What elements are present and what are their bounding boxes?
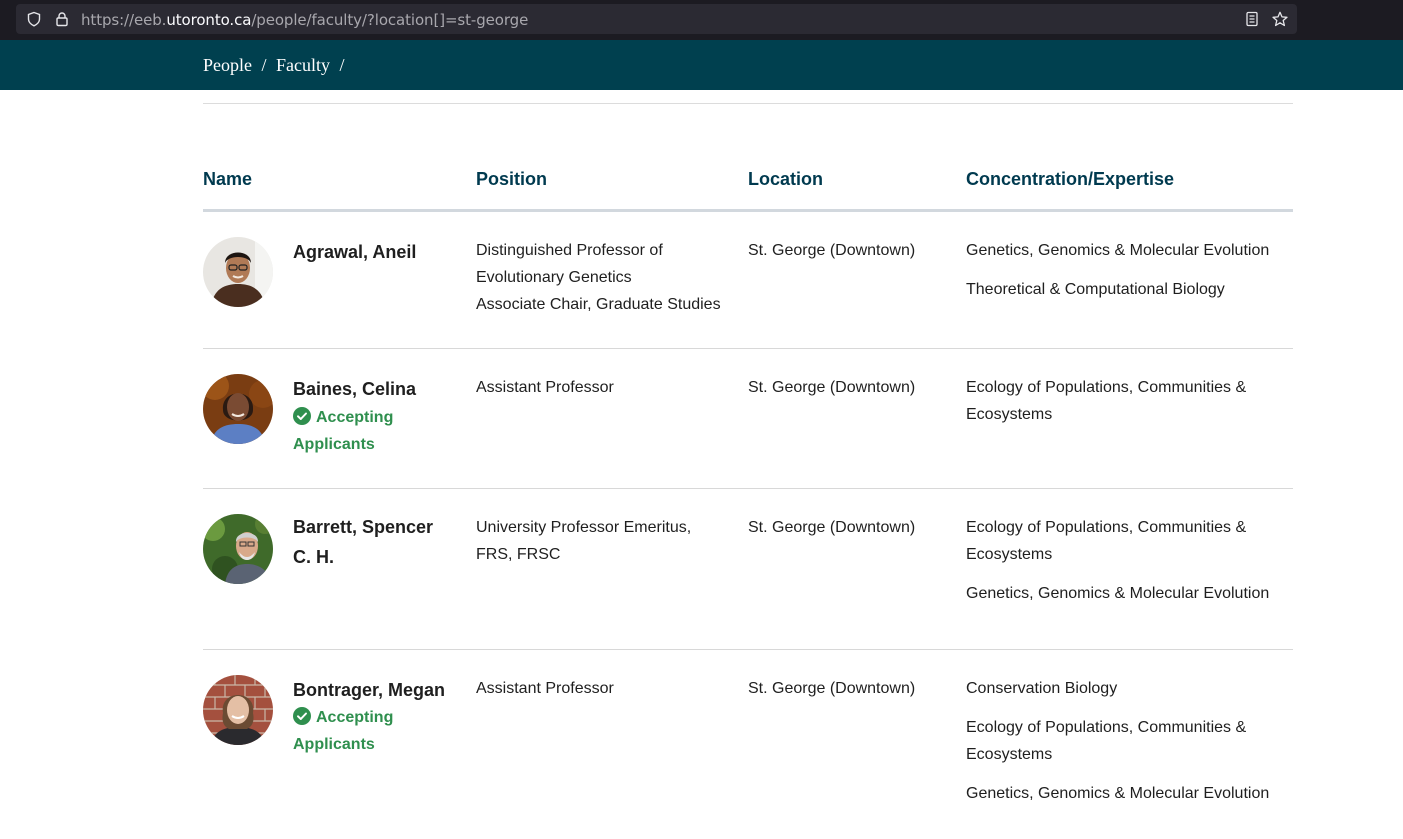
shield-icon[interactable] (26, 11, 42, 27)
position-cell: Assistant Professor (476, 379, 614, 396)
breadcrumb: People / Faculty / (203, 55, 350, 76)
table-row: Barrett, Spencer C. H. University Profes… (203, 489, 1293, 650)
browser-toolbar: https://eeb.utoronto.ca/people/faculty/?… (0, 0, 1403, 40)
check-circle-icon (293, 407, 311, 425)
divider (203, 103, 1293, 104)
header-name[interactable]: Name (203, 169, 252, 190)
table-row: Agrawal, Aneil Distinguished Professor o… (203, 212, 1293, 349)
concentration-cell: Genetics, Genomics & Molecular Evolution… (966, 242, 1270, 298)
table-row: Baines, Celina Accepting Applicants Assi… (203, 349, 1293, 489)
position-cell: Assistant Professor (476, 680, 614, 697)
avatar[interactable] (203, 374, 273, 444)
breadcrumb-faculty[interactable]: Faculty (276, 55, 330, 75)
faculty-name[interactable]: Baines, Celina (293, 374, 453, 404)
header-location[interactable]: Location (748, 169, 823, 190)
location-cell: St. George (Downtown) (748, 680, 916, 697)
address-bar[interactable]: https://eeb.utoronto.ca/people/faculty/?… (16, 4, 1297, 34)
check-circle-icon (293, 707, 311, 725)
concentration-cell: Ecology of Populations, Communities & Ec… (966, 379, 1247, 423)
concentration-cell: Ecology of Populations, Communities & Ec… (966, 519, 1270, 602)
avatar[interactable] (203, 237, 273, 307)
avatar[interactable] (203, 675, 273, 745)
bookmark-star-icon[interactable] (1272, 11, 1288, 27)
breadcrumb-separator: / (261, 55, 267, 75)
accepting-applicants-badge: Accepting Applicants (293, 707, 394, 753)
table-row: Bontrager, Megan Accepting Applicants As… (203, 650, 1293, 839)
faculty-name[interactable]: Barrett, Spencer C. H. (293, 512, 453, 572)
site-header: People / Faculty / (0, 40, 1403, 90)
location-cell: St. George (Downtown) (748, 519, 916, 536)
location-cell: St. George (Downtown) (748, 379, 916, 396)
breadcrumb-separator: / (339, 55, 345, 75)
lock-icon[interactable] (54, 11, 70, 27)
breadcrumb-people[interactable]: People (203, 55, 252, 75)
location-cell: St. George (Downtown) (748, 242, 916, 259)
table-header: Name Position Location Concentration/Exp… (203, 166, 1293, 212)
position-cell: University Professor Emeritus, FRS, FRSC (476, 519, 692, 563)
url-text[interactable]: https://eeb.utoronto.ca/people/faculty/?… (81, 11, 528, 29)
header-concentration[interactable]: Concentration/Expertise (966, 169, 1174, 190)
accepting-applicants-badge: Accepting Applicants (293, 407, 394, 453)
header-position[interactable]: Position (476, 169, 547, 190)
faculty-name[interactable]: Bontrager, Megan (293, 675, 453, 705)
position-cell: Distinguished Professor of Evolutionary … (476, 242, 721, 313)
avatar[interactable] (203, 514, 273, 584)
faculty-name[interactable]: Agrawal, Aneil (293, 237, 453, 267)
concentration-cell: Conservation Biology Ecology of Populati… (966, 680, 1270, 802)
reader-view-icon[interactable] (1244, 11, 1260, 27)
